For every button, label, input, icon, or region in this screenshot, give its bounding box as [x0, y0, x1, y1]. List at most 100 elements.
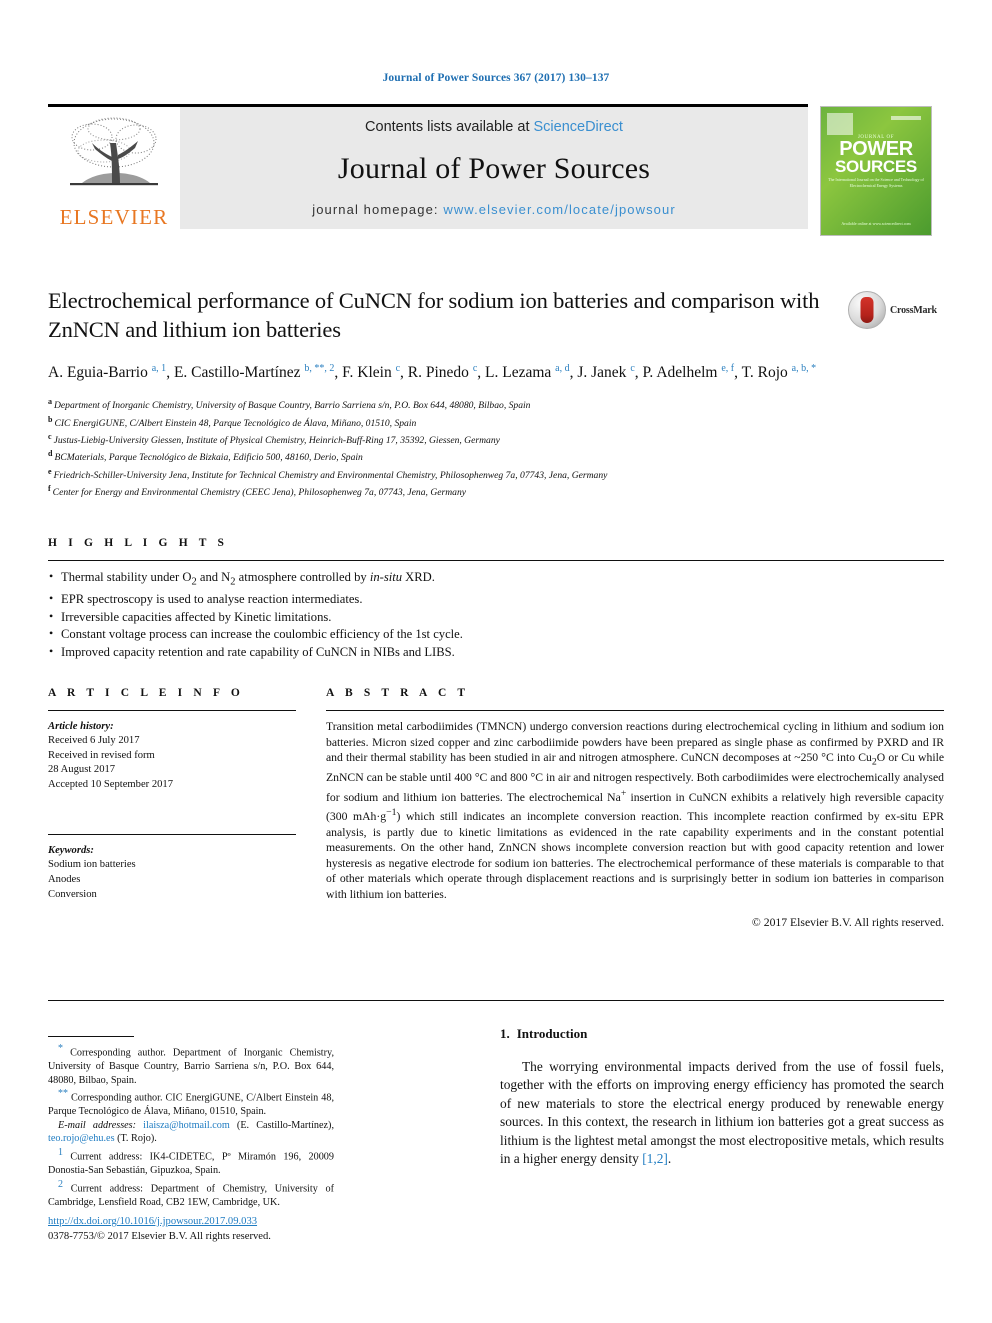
journal-masthead: ELSEVIER Contents lists available at Sci… [48, 104, 808, 229]
cover-issn-bar [891, 116, 921, 120]
introduction-text: The worrying environmental impacts deriv… [500, 1059, 944, 1167]
highlight-item: Constant voltage process can increase th… [48, 625, 944, 644]
affiliation-list: a Department of Inorganic Chemistry, Univ… [48, 395, 848, 499]
footnote-star-mark: * [58, 1043, 63, 1054]
cover-power-word: POWER [839, 138, 913, 160]
introduction-section: 1. Introduction The worrying environmenta… [500, 1026, 944, 1168]
author-name: F. Klein [342, 364, 396, 382]
keyword-item: Sodium ion batteries [48, 859, 136, 871]
journal-title: Journal of Power Sources [337, 151, 651, 185]
cover-subtitle: The International Journal on the Science… [828, 177, 924, 188]
author-separator: , [400, 364, 408, 382]
cover-footer: Available online at www.sciencedirect.co… [841, 221, 911, 226]
paper-page: Journal of Power Sources 367 (2017) 130–… [0, 0, 992, 1323]
crossmark-badge[interactable]: CrossMark [848, 290, 938, 330]
journal-cover-image: JOURNAL OF POWER SOURCES The Internation… [820, 106, 932, 236]
author-separator: , [634, 364, 643, 382]
footnote-emails: E-mail addresses: ilaisza@hotmail.com (E… [48, 1119, 334, 1146]
email-owner-2: (T. Rojo). [117, 1133, 157, 1145]
highlights-heading: H I G H L I G H T S [48, 537, 229, 549]
article-history-lines: Received 6 July 2017 Received in revised … [48, 734, 296, 792]
highlights-rule [48, 560, 944, 561]
introduction-text-end: . [667, 1151, 672, 1167]
highlight-text: atmosphere controlled by [235, 570, 370, 584]
abstract-section: A B S T R A C T Transition metal carbodi… [326, 687, 944, 929]
article-info-section: A R T I C L E I N F O Article history: R… [48, 687, 296, 902]
doi-block: http://dx.doi.org/10.1016/j.jpowsour.201… [48, 1214, 348, 1244]
author-affiliation-mark: a, 1 [151, 363, 167, 374]
author-list: A. Eguia-Barrio a, 1, E. Castillo-Martín… [48, 358, 848, 383]
footnote-dstar-text: Corresponding author. CIC EnergiGUNE, C/… [48, 1092, 334, 1118]
footnote-star-text: Corresponding author. Department of Inor… [48, 1047, 335, 1086]
affiliation-text: Center for Energy and Environmental Chem… [52, 487, 467, 499]
page-title: Electrochemical performance of CuNCN for… [48, 288, 820, 342]
affiliation-text: Friedrich-Schiller-University Jena, Inst… [53, 469, 608, 481]
highlight-item: EPR spectroscopy is used to analyse reac… [48, 590, 944, 609]
affiliation-item: d BCMaterials, Parque Tecnológico de Bizk… [48, 447, 848, 464]
abstract-text: ) which still indicates an incomplete co… [326, 810, 944, 902]
masthead-banner: Contents lists available at ScienceDirec… [180, 107, 808, 229]
highlights-section: H I G H L I G H T S Thermal stability un… [48, 537, 944, 661]
author-affiliation-mark: b, **, 2 [304, 363, 335, 374]
highlight-item: Thermal stability under O2 and N2 atmosp… [48, 568, 944, 591]
author-name: P. Adelhelm [642, 364, 722, 382]
highlight-text: XRD. [402, 570, 435, 584]
page-divider-rule [48, 1000, 944, 1001]
affiliation-text: BCMaterials, Parque Tecnológico de Bizka… [54, 452, 363, 464]
abstract-text: Transition metal carbodiimides (TMNCN) u… [326, 720, 944, 765]
footnote-corresponding-1: * Corresponding author. Department of In… [48, 1042, 334, 1087]
email-link-2[interactable]: teo.rojo@ehu.es [48, 1133, 115, 1144]
footnote-2-text: Current address: Department of Chemistry… [48, 1182, 335, 1208]
homepage-link[interactable]: www.elsevier.com/locate/jpowsour [443, 202, 675, 217]
introduction-title: Introduction [516, 1026, 588, 1041]
doi-link[interactable]: http://dx.doi.org/10.1016/j.jpowsour.201… [48, 1214, 348, 1229]
running-head: Journal of Power Sources 367 (2017) 130–… [382, 72, 610, 84]
article-info-rule [48, 710, 296, 711]
highlights-list: Thermal stability under O2 and N2 atmosp… [48, 568, 944, 662]
footnote-1-mark: 1 [58, 1146, 63, 1158]
affiliation-item: a Department of Inorganic Chemistry, Univ… [48, 395, 848, 412]
abstract-heading: A B S T R A C T [326, 687, 470, 699]
homepage-prefix: journal homepage: [312, 202, 444, 217]
email-owner-1: (E. Castillo-Martínez), [236, 1119, 335, 1131]
highlight-emphasis: in-situ [369, 570, 403, 584]
keywords-label: Keywords: [48, 845, 94, 857]
journal-homepage-line: journal homepage: www.elsevier.com/locat… [312, 202, 676, 217]
author-name: T. Rojo [741, 364, 792, 382]
author-affiliation-mark: e, f [721, 363, 735, 374]
introduction-heading: 1. Introduction [500, 1026, 944, 1042]
sciencedirect-link[interactable]: ScienceDirect [534, 119, 623, 135]
affiliation-item: f Center for Energy and Environmental Che… [48, 482, 848, 499]
footnotes-section: * Corresponding author. Department of In… [48, 1036, 334, 1209]
crossmark-icon [848, 291, 886, 329]
email-label: E-mail addresses: [58, 1119, 137, 1131]
footnote-corresponding-2: ** Corresponding author. CIC EnergiGUNE,… [48, 1087, 334, 1119]
email-link-1[interactable]: ilaisza@hotmail.com [143, 1120, 230, 1131]
keywords-rule [48, 834, 296, 836]
highlight-text: Constant voltage process can increase th… [61, 627, 463, 642]
footnote-current-address-1: 1 Current address: IK4-CIDETEC, Pº Miram… [48, 1146, 334, 1178]
article-history-line: Received in revised form [48, 749, 155, 761]
affiliation-text: Justus-Liebig-University Giessen, Instit… [53, 435, 500, 447]
issn-copyright: 0378-7753/© 2017 Elsevier B.V. All right… [48, 1231, 271, 1242]
title-block: Electrochemical performance of CuNCN for… [48, 286, 848, 500]
article-history-line: 28 August 2017 [48, 764, 116, 776]
contents-line: Contents lists available at ScienceDirec… [365, 119, 623, 135]
elsevier-tree-icon [70, 117, 158, 186]
affiliation-item: e Friedrich-Schiller-University Jena, Ins… [48, 465, 848, 482]
author-affiliation-mark: a, b, * [791, 363, 817, 374]
footnote-1-text: Current address: IK4-CIDETEC, Pº Miramón… [48, 1151, 334, 1176]
footnote-rule [48, 1036, 134, 1037]
highlight-item: Improved capacity retention and rate cap… [48, 643, 944, 662]
introduction-number: 1. [500, 1026, 510, 1041]
abstract-superscript: −1 [386, 807, 397, 819]
author-separator: , [334, 364, 343, 382]
citation-link[interactable]: [1,2] [642, 1151, 668, 1166]
cover-elsevier-mark [827, 113, 853, 135]
contents-prefix: Contents lists available at [365, 119, 534, 135]
elsevier-logo: ELSEVIER [48, 107, 180, 229]
author-separator: , [477, 364, 486, 382]
footnote-dstar-mark: ** [58, 1088, 68, 1100]
author-name: J. Janek [577, 364, 631, 382]
affiliation-item: c Justus-Liebig-University Giessen, Insti… [48, 430, 848, 447]
